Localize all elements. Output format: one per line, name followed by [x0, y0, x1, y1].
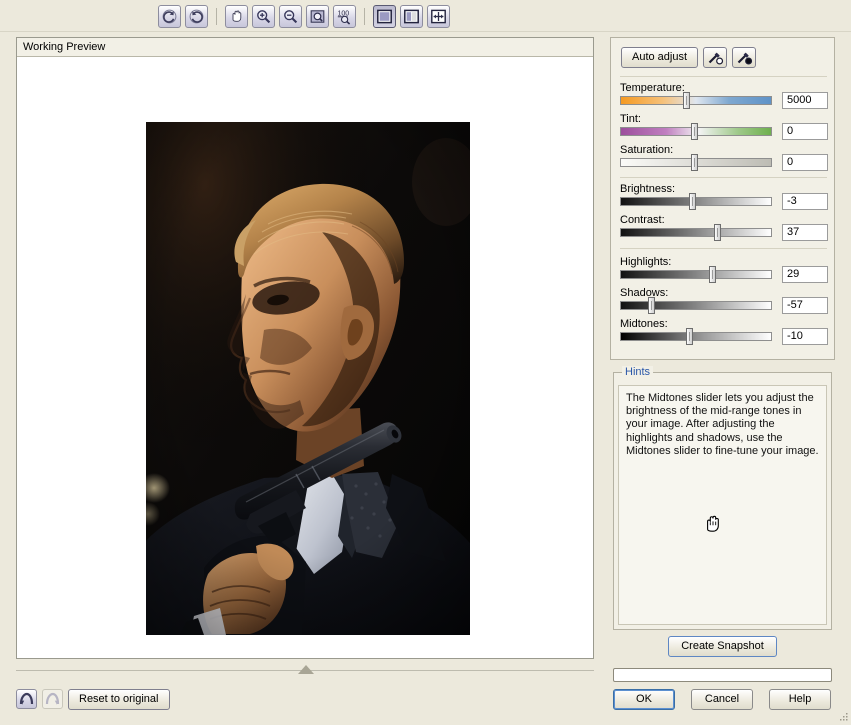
cancel-button[interactable]: Cancel: [691, 689, 753, 710]
slider-shadows: Shadows: -57: [620, 287, 828, 311]
hints-text: The Midtones slider lets you adjust the …: [626, 392, 819, 458]
slider-value-midtones[interactable]: -10: [782, 328, 828, 345]
toolbar: 100: [0, 0, 851, 32]
slider-temperature: Temperature: 5000: [620, 82, 828, 106]
hand-cursor-icon: [703, 514, 722, 538]
splitter-collapse-triangle-icon[interactable]: [298, 665, 314, 674]
working-preview-panel: Working Preview: [16, 37, 594, 659]
auto-adjust-button[interactable]: Auto adjust: [621, 47, 698, 68]
undo-button[interactable]: [16, 689, 37, 709]
preview-title: Working Preview: [17, 38, 593, 57]
group-divider-3: [620, 248, 827, 249]
slider-thumb-shadows[interactable]: [648, 297, 655, 314]
slider-value-tint[interactable]: 0: [782, 123, 828, 140]
auto-adjust-row: Auto adjust: [621, 47, 756, 68]
zoom-in-icon[interactable]: [252, 5, 275, 28]
snapshot-row: Create Snapshot: [613, 636, 832, 660]
hints-panel: Hints The Midtones slider lets you adjus…: [613, 372, 832, 630]
slider-brightness: Brightness: -3: [620, 183, 828, 207]
toolbar-separator-1: [216, 8, 217, 25]
white-point-eyedropper-button[interactable]: [703, 47, 727, 68]
rotate-right-icon[interactable]: [185, 5, 208, 28]
reset-to-original-button[interactable]: Reset to original: [68, 689, 170, 710]
slider-highlights: Highlights: 29: [620, 256, 828, 280]
zoom-out-icon[interactable]: [279, 5, 302, 28]
slider-value-brightness[interactable]: -3: [782, 193, 828, 210]
slider-value-saturation[interactable]: 0: [782, 154, 828, 171]
slider-track-brightness[interactable]: [620, 197, 772, 206]
slider-thumb-temperature[interactable]: [683, 92, 690, 109]
rotate-left-icon[interactable]: [158, 5, 181, 28]
raw-adjustment-dialog: 100: [0, 0, 851, 724]
redo-button[interactable]: [42, 689, 63, 709]
portrait-illustration: [146, 122, 470, 635]
slider-track-temperature[interactable]: [620, 96, 772, 105]
slider-value-contrast[interactable]: 37: [782, 224, 828, 241]
group-divider-2: [620, 177, 827, 178]
slider-track-contrast[interactable]: [620, 228, 772, 237]
slider-value-temperature[interactable]: 5000: [782, 92, 828, 109]
slider-thumb-highlights[interactable]: [709, 266, 716, 283]
preview-splitter[interactable]: [16, 664, 594, 678]
slider-value-highlights[interactable]: 29: [782, 266, 828, 283]
preview-photo: [146, 122, 470, 635]
compare-move-icon[interactable]: [427, 5, 450, 28]
window-resize-grip[interactable]: [839, 712, 849, 722]
group-divider-1: [620, 76, 827, 77]
slider-track-midtones[interactable]: [620, 332, 772, 341]
redo-curve-icon: [45, 692, 60, 706]
help-button[interactable]: Help: [769, 689, 831, 710]
slider-midtones: Midtones: -10: [620, 318, 828, 342]
slider-track-shadows[interactable]: [620, 301, 772, 310]
slider-thumb-tint[interactable]: [691, 123, 698, 140]
hints-content: The Midtones slider lets you adjust the …: [618, 385, 827, 625]
undo-curve-icon: [19, 692, 34, 706]
hints-legend: Hints: [622, 366, 653, 378]
slider-value-shadows[interactable]: -57: [782, 297, 828, 314]
slider-thumb-saturation[interactable]: [691, 154, 698, 171]
hand-tool-icon[interactable]: [225, 5, 248, 28]
zoom-100-icon[interactable]: 100: [333, 5, 356, 28]
split-view-icon[interactable]: [400, 5, 423, 28]
progress-bar: [613, 668, 832, 682]
white-point-eyedropper-icon: [707, 50, 724, 65]
toolbar-divider: [0, 31, 851, 32]
slider-thumb-midtones[interactable]: [686, 328, 693, 345]
create-snapshot-button[interactable]: Create Snapshot: [668, 636, 777, 657]
single-view-icon[interactable]: [373, 5, 396, 28]
adjustments-panel: Auto adjust Temperature:: [610, 37, 835, 360]
toolbar-separator-2: [364, 8, 365, 25]
slider-tint: Tint: 0: [620, 113, 828, 137]
slider-track-highlights[interactable]: [620, 270, 772, 279]
black-point-eyedropper-icon: [736, 50, 753, 65]
ok-button[interactable]: OK: [613, 689, 675, 710]
slider-saturation: Saturation: 0: [620, 144, 828, 168]
preview-canvas[interactable]: [17, 57, 593, 658]
slider-thumb-brightness[interactable]: [689, 193, 696, 210]
black-point-eyedropper-button[interactable]: [732, 47, 756, 68]
fit-to-window-icon[interactable]: [306, 5, 329, 28]
slider-contrast: Contrast: 37: [620, 214, 828, 238]
slider-thumb-contrast[interactable]: [714, 224, 721, 241]
